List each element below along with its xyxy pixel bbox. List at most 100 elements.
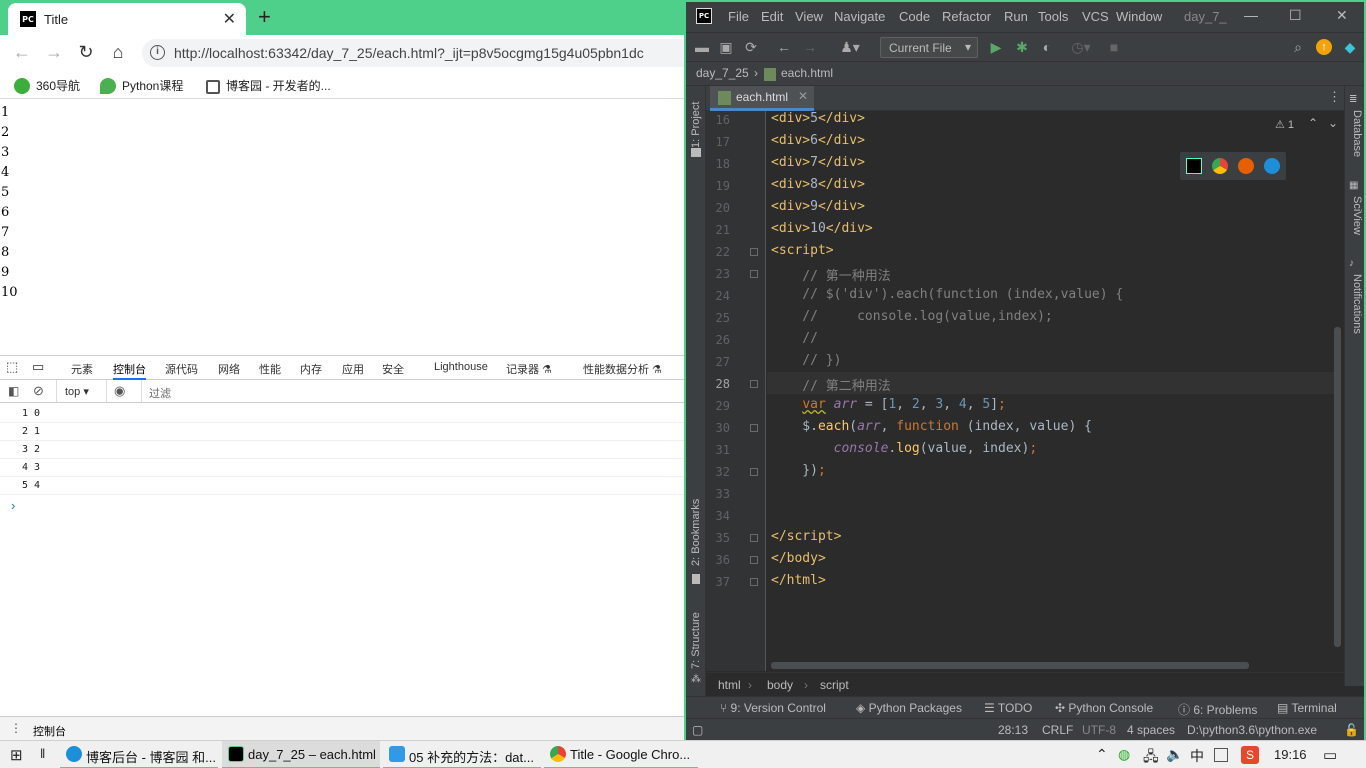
close-icon[interactable]: ✕ [1336, 7, 1348, 24]
devtools-tab-network[interactable]: 网络 [218, 361, 240, 377]
firefox-icon[interactable] [1238, 158, 1254, 174]
horizontal-scrollbar[interactable] [771, 662, 1249, 669]
vertical-scrollbar[interactable] [1334, 327, 1341, 647]
forward-icon[interactable]: → [43, 42, 65, 63]
fold-marker-icon[interactable] [750, 270, 758, 278]
devtools-tab-sources[interactable]: 源代码 [165, 361, 198, 377]
devtools-tab-security[interactable]: 安全 [382, 361, 404, 377]
menu-vcs[interactable]: VCS [1082, 9, 1109, 24]
ide-features-icon[interactable]: ◆ [1342, 39, 1358, 55]
inspect-element-icon[interactable]: ⬚ [6, 359, 18, 375]
file-encoding[interactable]: UTF-8 [1082, 723, 1116, 737]
line-separator[interactable]: CRLF [1042, 723, 1073, 737]
crumb-script[interactable]: script [820, 678, 849, 692]
layout-toggle-icon[interactable]: ▢ [692, 723, 703, 737]
bookmark-cnblogs[interactable]: 博客园 - 开发者的... [206, 77, 331, 94]
pycharm-browser-icon[interactable] [1186, 158, 1202, 174]
tool-tab-python-console[interactable]: ✣ Python Console [1055, 701, 1153, 715]
open-folder-icon[interactable]: ▬ [694, 39, 710, 55]
bookmark-360[interactable]: 360导航 [14, 77, 80, 94]
volume-icon[interactable]: 🔈 [1166, 746, 1183, 763]
chrome-icon[interactable] [1212, 158, 1228, 174]
url-text[interactable]: http://localhost:63342/day_7_25/each.htm… [174, 45, 644, 61]
tool-tab-python-packages[interactable]: ◈ Python Packages [856, 701, 962, 715]
sync-icon[interactable]: ⟳ [743, 39, 759, 55]
tool-tab-todo[interactable]: ☰ TODO [984, 701, 1032, 715]
run-config-selector[interactable]: Current File ▾ [880, 37, 978, 58]
tab-close-icon[interactable]: ✕ [223, 9, 236, 29]
database-panel-tab[interactable]: Database [1351, 110, 1363, 157]
sidebar-toggle-icon[interactable]: ◧ [8, 384, 19, 398]
bookmarks-panel-tab[interactable]: 2: Bookmarks [690, 499, 702, 566]
console-prompt[interactable]: › [11, 498, 15, 513]
new-tab-button[interactable]: + [258, 4, 271, 30]
back-icon[interactable]: ← [776, 39, 792, 55]
search-icon[interactable]: ⌕ [1290, 39, 1306, 55]
bookmark-python[interactable]: Python课程 [100, 77, 183, 94]
context-selector[interactable]: top ▾ [65, 385, 89, 398]
clear-console-icon[interactable]: ⊘ [33, 383, 44, 399]
structure-panel-tab[interactable]: 7: Structure [690, 612, 702, 669]
coverage-icon[interactable]: ◐ [1039, 39, 1055, 55]
devtools-tab-console[interactable]: 控制台 [113, 361, 146, 380]
task-chrome[interactable]: Title - Google Chro... [544, 741, 698, 768]
tab-menu-icon[interactable]: ⋮ [1328, 89, 1341, 105]
notifications-panel-tab[interactable]: Notifications [1351, 274, 1363, 334]
address-bar[interactable]: i http://localhost:63342/day_7_25/each.h… [142, 39, 684, 67]
crumb-html[interactable]: html [718, 678, 741, 692]
ime-indicator[interactable]: 中 [1190, 746, 1204, 766]
device-toolbar-icon[interactable]: ▭ [32, 359, 44, 375]
devtools-tab-application[interactable]: 应用 [342, 361, 364, 377]
menu-run[interactable]: Run [1004, 9, 1028, 24]
devtools-tab-lighthouse[interactable]: Lighthouse [434, 361, 488, 373]
task-video[interactable]: 05 补充的方法：dat... [383, 741, 541, 768]
back-icon[interactable]: ← [11, 42, 33, 63]
warning-count[interactable]: ⚠ 1 [1275, 118, 1294, 131]
tool-tab-version-control[interactable]: ⑂ 9: Version Control [720, 701, 826, 715]
indent-setting[interactable]: 4 spaces [1127, 723, 1175, 737]
menu-tools[interactable]: Tools [1038, 9, 1068, 24]
update-icon[interactable]: ↑ [1316, 39, 1332, 55]
tab-close-icon[interactable]: ✕ [798, 89, 808, 103]
user-icon[interactable]: ♟▾ [838, 39, 862, 55]
network-icon[interactable]: 🖧 [1143, 746, 1159, 768]
eye-icon[interactable]: ◉ [114, 383, 125, 399]
task-pycharm[interactable]: day_7_25 – each.html [222, 741, 380, 768]
tool-tab-terminal[interactable]: ▤ Terminal [1277, 701, 1337, 715]
lock-icon[interactable]: 🔓 [1344, 723, 1359, 737]
tray-overflow-icon[interactable]: ⌃ [1096, 746, 1108, 763]
breadcrumb-file[interactable]: each.html [781, 66, 833, 80]
task-view-icon[interactable]: ‖ [40, 746, 45, 761]
task-edge-cnblogs[interactable]: 博客后台 - 博客园 和... [60, 741, 218, 768]
menu-refactor[interactable]: Refactor [942, 9, 991, 24]
project-panel-tab[interactable]: 1: Project [690, 102, 702, 148]
clock[interactable]: 19:16 [1274, 747, 1307, 762]
profile-icon[interactable]: ◷▾ [1066, 39, 1096, 55]
sciview-panel-tab[interactable]: SciView [1351, 196, 1363, 235]
save-icon[interactable]: ▣ [718, 39, 734, 55]
minimize-icon[interactable]: — [1244, 7, 1258, 23]
wechat-icon[interactable]: ◍ [1118, 746, 1130, 763]
menu-edit[interactable]: Edit [761, 9, 783, 24]
stop-icon[interactable]: ■ [1106, 39, 1122, 55]
reload-icon[interactable]: ↻ [75, 42, 97, 63]
breadcrumb-project[interactable]: day_7_25 [696, 66, 749, 80]
windows-start-icon[interactable]: ⊞ [10, 746, 23, 764]
forward-icon[interactable]: → [802, 39, 818, 55]
notification-center-icon[interactable]: ▭ [1323, 746, 1337, 764]
edge-icon[interactable] [1264, 158, 1280, 174]
devtools-tab-elements[interactable]: 元素 [71, 361, 93, 377]
drawer-menu-icon[interactable]: ⋮ [10, 721, 22, 735]
python-interpreter[interactable]: D:\python3.6\python.exe [1187, 723, 1317, 737]
devtools-tab-perf-insights[interactable]: 性能数据分析 ⚗ [583, 361, 662, 377]
fold-marker-icon[interactable] [750, 578, 758, 586]
code-editor[interactable]: <div>5</div> <div>6</div> <div>7</div> <… [767, 111, 1338, 671]
prev-highlight-icon[interactable]: ⌃ [1308, 116, 1318, 130]
devtools-tab-recorder[interactable]: 记录器 ⚗ [506, 361, 552, 377]
fold-marker-icon[interactable] [750, 534, 758, 542]
fold-marker-icon[interactable] [750, 380, 758, 388]
filter-input[interactable]: 过滤 [149, 385, 171, 401]
drawer-tab-console[interactable]: 控制台 [33, 723, 66, 740]
devtools-tab-performance[interactable]: 性能 [259, 361, 281, 377]
fold-marker-icon[interactable] [750, 424, 758, 432]
